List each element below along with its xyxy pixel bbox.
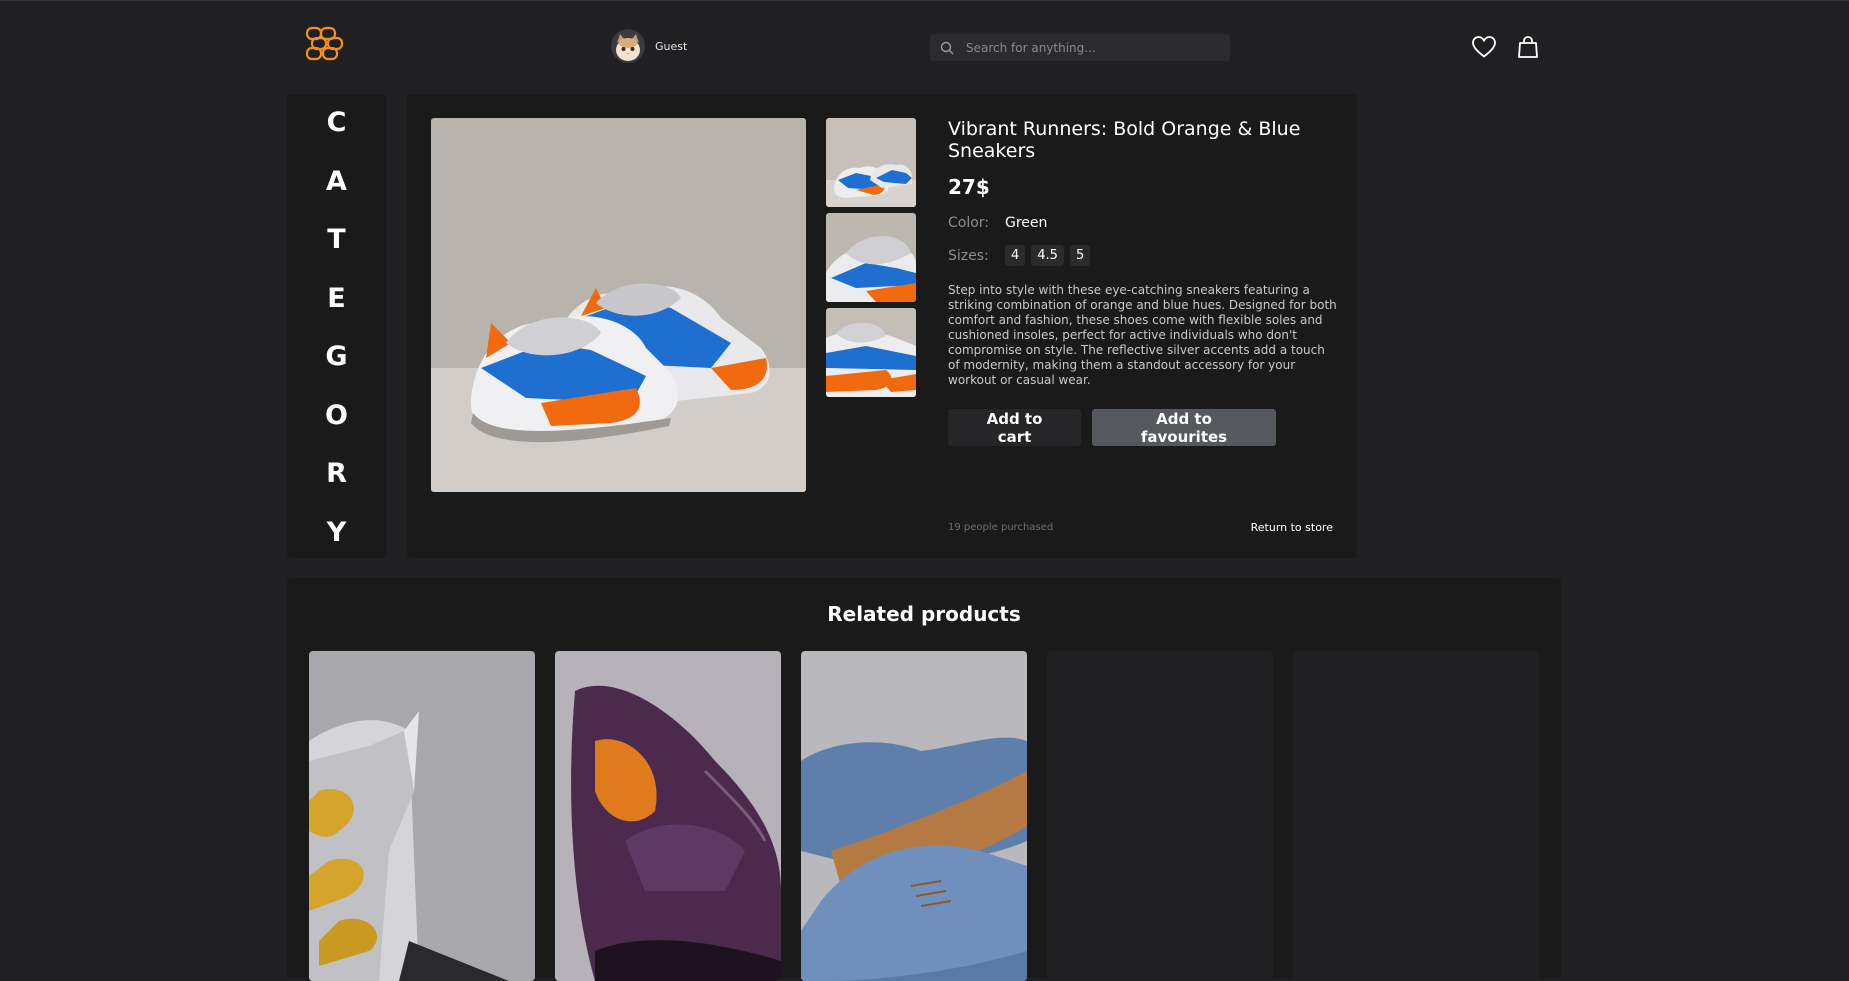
- search-input[interactable]: [966, 40, 1206, 55]
- related-products-section: Related products: [287, 578, 1561, 981]
- profile[interactable]: Guest: [611, 29, 687, 63]
- product-panel: Vibrant Runners: Bold Orange & Blue Snea…: [407, 94, 1357, 558]
- related-product-card-empty: [1293, 651, 1539, 981]
- category-letter: C: [326, 107, 347, 138]
- size-option[interactable]: 4: [1005, 245, 1026, 266]
- related-products-title: Related products: [827, 602, 1021, 626]
- heart-icon[interactable]: [1471, 34, 1497, 60]
- sizes-label: Sizes:: [948, 247, 989, 264]
- search-icon: [940, 41, 954, 54]
- brand-logo-icon[interactable]: [304, 26, 348, 62]
- product-description: Step into style with these eye-catching …: [948, 283, 1337, 387]
- category-letter: E: [327, 282, 346, 314]
- color-label: Color:: [948, 215, 990, 231]
- product-main-image: [431, 118, 806, 492]
- shopping-bag-icon[interactable]: [1515, 34, 1541, 60]
- related-product-card-empty: [1047, 651, 1273, 981]
- cat-avatar-icon[interactable]: [611, 29, 645, 63]
- product-price: 27$: [948, 175, 990, 199]
- purple-loafer-image: [555, 651, 781, 981]
- add-to-favourites-button[interactable]: Add to favourites: [1092, 409, 1276, 446]
- category-letter: O: [325, 399, 348, 431]
- related-product-card[interactable]: [555, 651, 781, 981]
- color-value: Green: [1005, 215, 1048, 231]
- category-letter: Y: [326, 516, 347, 548]
- return-to-store-link[interactable]: Return to store: [1251, 521, 1333, 534]
- category-letter: R: [326, 458, 347, 490]
- profile-name: Guest: [655, 39, 688, 53]
- product-thumbnail[interactable]: [826, 213, 916, 302]
- blue-suede-shoe-image: [801, 651, 1027, 981]
- add-to-cart-button[interactable]: Add to cart: [948, 409, 1081, 446]
- purchase-count: 19 people purchased: [948, 522, 1054, 533]
- size-option[interactable]: 4.5: [1031, 245, 1064, 266]
- category-letter: T: [327, 224, 346, 256]
- top-border: [0, 0, 1849, 1]
- size-option[interactable]: 5: [1069, 245, 1091, 266]
- search-bar[interactable]: [930, 34, 1230, 61]
- product-thumbnail[interactable]: [826, 118, 916, 207]
- related-product-card[interactable]: [309, 651, 535, 981]
- related-product-card[interactable]: [801, 651, 1027, 981]
- category-letter: A: [326, 165, 347, 197]
- product-thumbnail[interactable]: [826, 308, 916, 397]
- product-title: Vibrant Runners: Bold Orange & Blue Snea…: [948, 118, 1301, 162]
- silver-gold-boot-image: [309, 651, 535, 981]
- category-panel[interactable]: C A T E G O R Y: [287, 94, 386, 558]
- category-letter: G: [325, 341, 348, 373]
